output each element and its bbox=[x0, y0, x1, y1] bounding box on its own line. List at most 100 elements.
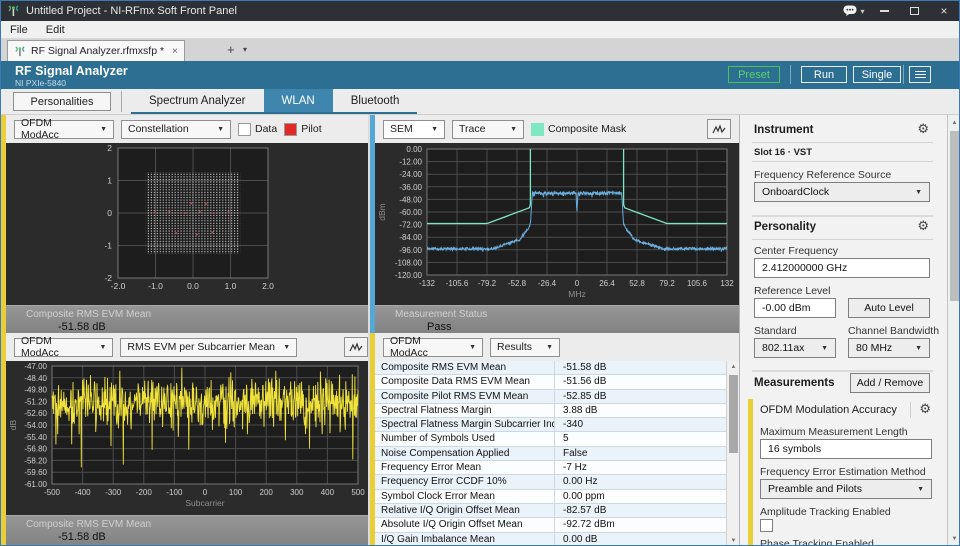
preset-button[interactable]: Preset bbox=[728, 66, 780, 83]
svg-text:-200: -200 bbox=[136, 488, 153, 497]
evm-toolbar: OFDM ModAcc▼ RMS EVM per Subcarrier Mean… bbox=[6, 333, 368, 361]
svg-text:105.6: 105.6 bbox=[687, 279, 708, 288]
new-tab-button[interactable]: + bbox=[227, 42, 235, 57]
svg-text:79.2: 79.2 bbox=[659, 279, 675, 288]
close-button[interactable]: × bbox=[929, 1, 959, 21]
scroll-up-icon: ▲ bbox=[948, 117, 960, 129]
scrollbar-thumb[interactable] bbox=[950, 131, 959, 301]
center-freq-label: Center Frequency bbox=[754, 245, 838, 257]
table-row[interactable]: Frequency Error CCDF 10%0.00 Hz bbox=[375, 475, 726, 489]
constellation-plot-panel: 210-1-2-2.0-1.00.01.02.0 bbox=[6, 143, 368, 305]
table-row[interactable]: Relative I/Q Origin Offset Mean-82.57 dB bbox=[375, 504, 726, 518]
document-tab[interactable]: RF Signal Analyzer.rfmxsfp * × bbox=[7, 40, 185, 61]
center-freq-input[interactable]: 2.412000000 GHz bbox=[754, 258, 930, 278]
bandwidth-label: Channel Bandwidth bbox=[848, 325, 939, 337]
auto-level-button[interactable]: Auto Level bbox=[848, 298, 930, 318]
amplitude-tracking-checkbox[interactable] bbox=[760, 519, 773, 532]
measurement-select[interactable]: SEM▼ bbox=[383, 120, 445, 139]
scrollbar-thumb[interactable] bbox=[729, 375, 738, 453]
chevron-down-icon: ▼ bbox=[546, 344, 553, 351]
svg-text:-1: -1 bbox=[104, 241, 112, 251]
tab-wlan[interactable]: WLAN bbox=[264, 89, 333, 112]
result-value: -51.58 dB bbox=[555, 361, 726, 374]
minimize-button[interactable] bbox=[869, 1, 899, 21]
new-tab-chevron-icon[interactable]: ▾ bbox=[243, 45, 247, 54]
graph-view-button[interactable] bbox=[344, 337, 368, 357]
svg-text:0.0: 0.0 bbox=[187, 281, 199, 291]
view-select[interactable]: Results▼ bbox=[490, 338, 560, 357]
constellation-toolbar: OFDM ModAcc▼ Constellation▼ Data Pilot bbox=[6, 115, 368, 143]
table-row[interactable]: Number of Symbols Used5 bbox=[375, 432, 726, 446]
freq-ref-label: Frequency Reference Source bbox=[754, 169, 891, 181]
gear-icon[interactable]: ⚙ bbox=[917, 122, 929, 137]
ref-level-input[interactable]: -0.00 dBm bbox=[754, 298, 836, 318]
view-select[interactable]: Constellation▼ bbox=[121, 120, 231, 139]
run-button[interactable]: Run bbox=[801, 66, 847, 83]
add-remove-button[interactable]: Add / Remove bbox=[850, 373, 930, 393]
close-tab-icon[interactable]: × bbox=[172, 46, 178, 57]
feedback-button[interactable]: ▾ bbox=[839, 1, 869, 21]
maximize-button[interactable] bbox=[899, 1, 929, 21]
menu-file[interactable]: File bbox=[1, 24, 37, 36]
table-row[interactable]: Symbol Clock Error Mean0.00 ppm bbox=[375, 490, 726, 504]
result-name: Spectral Flatness Margin Subcarrier Inde… bbox=[375, 418, 555, 431]
table-row[interactable]: Absolute I/Q Origin Offset Mean-92.72 dB… bbox=[375, 518, 726, 532]
svg-text:-12.00: -12.00 bbox=[399, 158, 422, 167]
table-row[interactable]: Spectral Flatness Margin3.88 dB bbox=[375, 404, 726, 418]
table-row[interactable]: Frequency Error Mean-7 Hz bbox=[375, 461, 726, 475]
pilot-swatch[interactable] bbox=[284, 123, 297, 136]
menu-edit[interactable]: Edit bbox=[37, 24, 74, 36]
svg-text:-2.0: -2.0 bbox=[111, 281, 126, 291]
svg-text:1: 1 bbox=[107, 176, 112, 186]
svg-text:-300: -300 bbox=[105, 488, 122, 497]
svg-text:-400: -400 bbox=[75, 488, 92, 497]
table-row[interactable]: I/Q Gain Imbalance Mean0.00 dB bbox=[375, 533, 726, 546]
single-button[interactable]: Single bbox=[853, 66, 901, 83]
gear-icon[interactable]: ⚙ bbox=[919, 402, 931, 417]
table-row[interactable]: Spectral Flatness Margin Subcarrier Inde… bbox=[375, 418, 726, 432]
sem-status: Measurement Status Pass bbox=[375, 305, 739, 333]
personalities-button[interactable]: Personalities bbox=[13, 92, 111, 111]
menu-icon[interactable] bbox=[909, 66, 931, 83]
table-row[interactable]: Composite Pilot RMS EVM Mean-52.85 dB bbox=[375, 390, 726, 404]
measurement-select[interactable]: OFDM ModAcc▼ bbox=[14, 120, 114, 139]
status-value: Pass bbox=[427, 321, 451, 333]
ref-level-label: Reference Level bbox=[754, 285, 830, 297]
tab-bluetooth[interactable]: Bluetooth bbox=[333, 89, 418, 112]
data-swatch[interactable] bbox=[238, 123, 251, 136]
composite-mask-label: Composite Mask bbox=[548, 123, 626, 135]
gear-icon[interactable]: ⚙ bbox=[917, 219, 929, 234]
chevron-down-icon: ▼ bbox=[821, 345, 828, 352]
table-row[interactable]: Composite RMS EVM Mean-51.58 dB bbox=[375, 361, 726, 375]
results-table-scrollbar[interactable]: ▲ ▼ bbox=[726, 361, 739, 546]
result-name: Noise Compensation Applied bbox=[375, 447, 555, 460]
svg-text:-105.6: -105.6 bbox=[446, 279, 469, 288]
freq-ref-select[interactable]: OnboardClock▼ bbox=[754, 182, 930, 202]
sidebar-scrollbar[interactable]: ▲ ▼ bbox=[947, 115, 960, 546]
svg-text:-49.80: -49.80 bbox=[24, 386, 47, 395]
measurement-select[interactable]: OFDM ModAcc▼ bbox=[14, 338, 113, 357]
svg-text:0: 0 bbox=[203, 488, 208, 497]
status-value: -51.58 dB bbox=[58, 321, 106, 333]
chevron-down-icon: ▾ bbox=[860, 7, 864, 16]
status-value: -51.58 dB bbox=[58, 531, 106, 543]
svg-text:MHz: MHz bbox=[568, 289, 585, 299]
status-label: Measurement Status bbox=[395, 309, 487, 320]
view-select[interactable]: Trace▼ bbox=[452, 120, 524, 139]
bandwidth-select[interactable]: 80 MHz▼ bbox=[848, 338, 930, 358]
svg-text:-500: -500 bbox=[44, 488, 61, 497]
result-name: Symbol Clock Error Mean bbox=[375, 490, 555, 503]
amplitude-tracking-label: Amplitude Tracking Enabled bbox=[760, 506, 891, 518]
svg-text:-60.00: -60.00 bbox=[399, 208, 422, 217]
standard-select[interactable]: 802.11ax▼ bbox=[754, 338, 836, 358]
table-row[interactable]: Composite Data RMS EVM Mean-51.56 dB bbox=[375, 375, 726, 389]
max-len-input[interactable]: 16 symbols bbox=[760, 439, 932, 459]
freq-err-select[interactable]: Preamble and Pilots▼ bbox=[760, 479, 932, 499]
personality-nav: Personalities Spectrum Analyzer WLAN Blu… bbox=[1, 89, 959, 115]
graph-view-button[interactable] bbox=[707, 119, 731, 139]
view-select[interactable]: RMS EVM per Subcarrier Mean▼ bbox=[120, 338, 297, 357]
table-row[interactable]: Noise Compensation AppliedFalse bbox=[375, 447, 726, 461]
tab-spectrum-analyzer[interactable]: Spectrum Analyzer bbox=[131, 89, 264, 112]
constellation-status: Composite RMS EVM Mean -51.58 dB bbox=[6, 305, 368, 333]
measurement-select[interactable]: OFDM ModAcc▼ bbox=[383, 338, 483, 357]
